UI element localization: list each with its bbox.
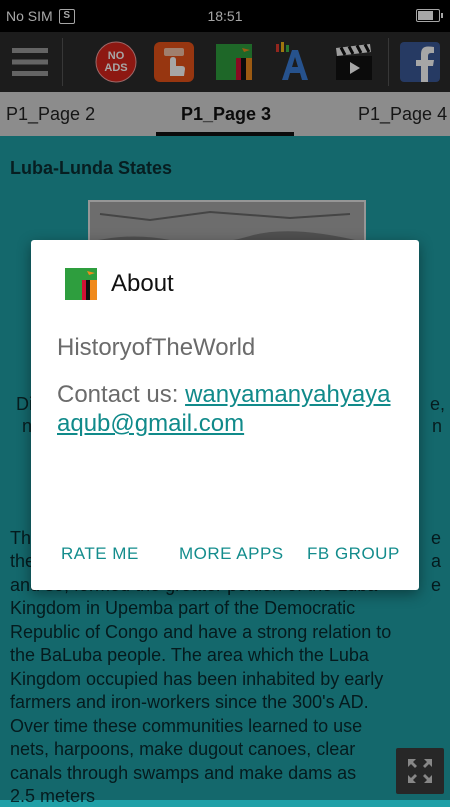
about-dialog: About HistoryofTheWorld Contact us: wany… bbox=[31, 240, 419, 590]
more-apps-button[interactable]: MORE APPS bbox=[179, 544, 284, 564]
rate-me-button[interactable]: RATE ME bbox=[61, 544, 139, 564]
fb-group-button[interactable]: FB GROUP bbox=[307, 544, 400, 564]
zambia-flag-icon bbox=[65, 268, 97, 300]
contact-info: Contact us: wanyamanyahyayaaqub@gmail.co… bbox=[57, 380, 397, 438]
dialog-title: About bbox=[111, 270, 174, 297]
contact-label: Contact us: bbox=[57, 381, 186, 408]
dialog-header: About bbox=[65, 268, 174, 300]
dialog-actions: RATE ME MORE APPS FB GROUP bbox=[31, 544, 419, 568]
app-name-text: HistoryofTheWorld bbox=[57, 334, 256, 361]
